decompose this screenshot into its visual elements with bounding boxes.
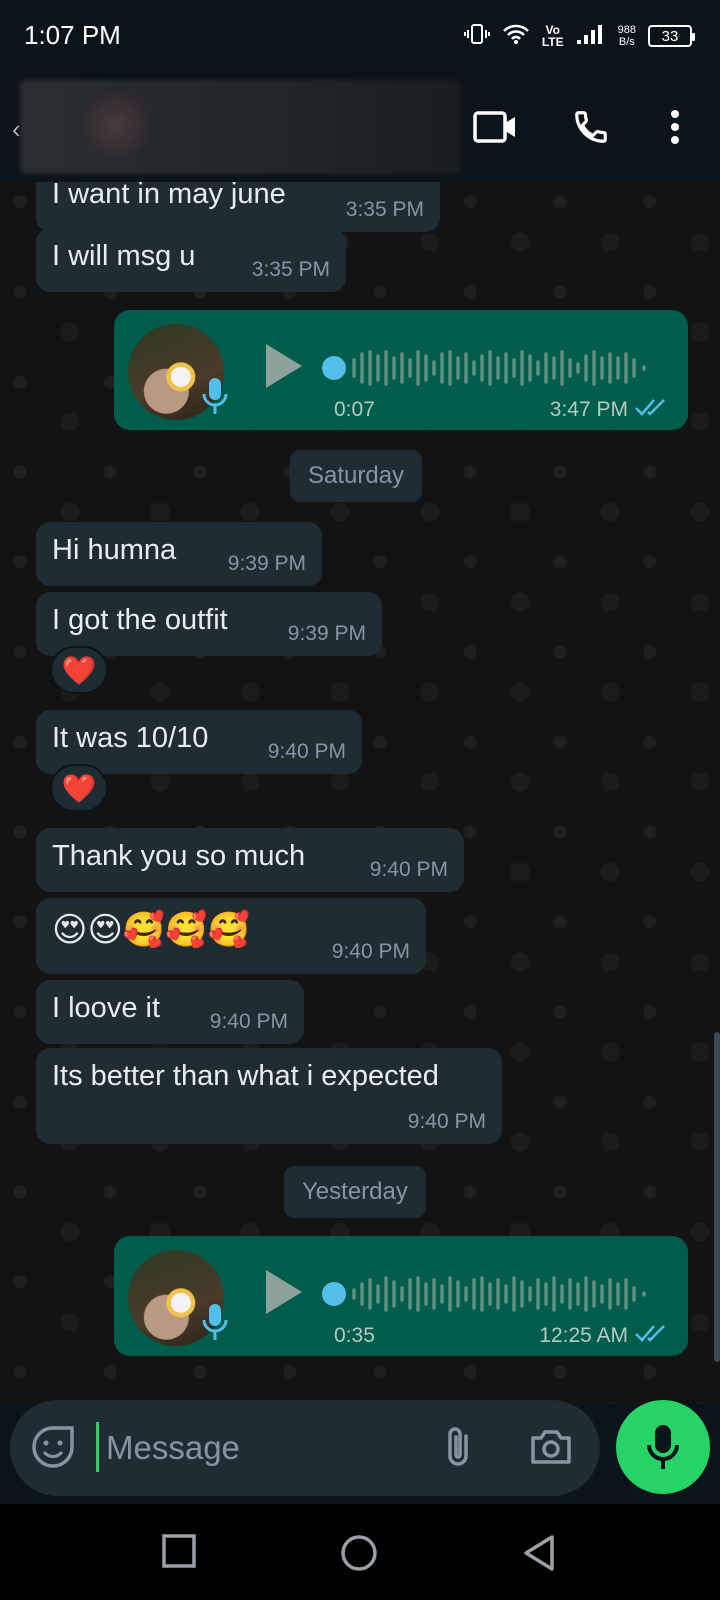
status-time: 1:07 PM <box>24 20 121 50</box>
message-bubble[interactable]: Hi humna 9:39 PM <box>36 522 322 586</box>
camera-icon[interactable] <box>528 1424 574 1475</box>
message-bubble[interactable]: I want in may june 3:35 PM <box>36 182 440 232</box>
message-text: Its better than what i expected <box>52 1060 439 1092</box>
message-time: 3:35 PM <box>345 198 424 221</box>
message-time: 3:35 PM <box>251 258 330 281</box>
more-vertical-icon <box>671 110 679 144</box>
status-icons: Vo LTE 988 B/s 33 <box>463 20 695 52</box>
message-time: 9:40 PM <box>267 740 346 763</box>
speed-value: 988 <box>617 24 636 36</box>
battery-level: 33 <box>661 27 679 45</box>
message-input[interactable] <box>106 1426 426 1470</box>
message-bubble[interactable]: 😍😍🥰🥰🥰 9:40 PM <box>36 898 426 974</box>
voice-record-button[interactable] <box>616 1400 710 1494</box>
battery-icon: 33 <box>648 25 695 47</box>
message-text: Thank you so much <box>52 840 306 872</box>
wifi-icon <box>502 23 530 50</box>
message-time: 9:40 PM <box>209 1010 288 1033</box>
message-text: Hi humna <box>52 534 177 566</box>
paperclip-icon[interactable] <box>440 1424 476 1475</box>
mic-icon <box>647 1425 679 1469</box>
message-bubble[interactable]: Thank you so much 9:40 PM <box>36 828 464 892</box>
mic-icon <box>202 1304 228 1340</box>
recents-icon[interactable] <box>162 1534 196 1573</box>
play-icon[interactable] <box>262 342 304 390</box>
message-bubble[interactable]: Its better than what i expected 9:40 PM <box>36 1048 502 1144</box>
voice-call-button[interactable] <box>566 102 616 152</box>
message-text: I want in may june <box>52 182 286 210</box>
message-time: 9:40 PM <box>407 1110 486 1133</box>
message-bubble[interactable]: I will msg u 3:35 PM <box>36 228 346 292</box>
back-icon[interactable] <box>522 1534 556 1577</box>
message-text: I will msg u <box>52 240 196 272</box>
mic-icon <box>202 378 228 414</box>
reaction-badge[interactable]: ❤️ <box>50 646 108 694</box>
message-time: 3:47 PM <box>549 398 628 421</box>
menu-button[interactable] <box>650 102 700 152</box>
status-bar: 1:07 PM Vo LTE 988 B/s 33 <box>0 0 720 72</box>
speed-unit: B/s <box>618 36 635 48</box>
voice-duration: 0:07 <box>334 398 375 421</box>
signal-icon <box>576 23 606 50</box>
play-icon[interactable] <box>262 1268 304 1316</box>
vibrate-icon <box>463 21 490 52</box>
message-time: 9:40 PM <box>369 858 448 881</box>
read-ticks-icon <box>635 399 665 416</box>
text-cursor <box>96 1422 99 1472</box>
emoji-message-text: 😍😍🥰🥰🥰 <box>52 911 250 949</box>
waveform[interactable] <box>322 1274 652 1314</box>
contact-info-blurred[interactable] <box>20 80 460 174</box>
reaction-badge[interactable]: ❤️ <box>50 764 108 812</box>
video-camera-icon <box>473 111 515 143</box>
message-time: 9:39 PM <box>227 552 306 575</box>
message-time: 9:39 PM <box>287 622 366 645</box>
waveform[interactable] <box>322 348 652 388</box>
phone-icon <box>575 111 607 143</box>
message-time: 9:40 PM <box>331 940 410 963</box>
video-call-button[interactable] <box>470 102 520 152</box>
message-composer <box>10 1400 600 1496</box>
home-icon[interactable] <box>340 1534 378 1577</box>
voice-message[interactable]: 0:35 12:25 AM <box>114 1236 688 1356</box>
sticker-icon[interactable] <box>30 1424 76 1475</box>
voice-duration: 0:35 <box>334 1324 375 1347</box>
message-text: It was 10/10 <box>52 722 209 754</box>
read-ticks-icon <box>635 1325 665 1342</box>
message-bubble[interactable]: I loove it 9:40 PM <box>36 980 304 1044</box>
scrollbar[interactable] <box>714 1032 720 1362</box>
network-speed: 988 B/s <box>618 24 636 48</box>
chat-area[interactable]: I want in may june 3:35 PM I will msg u … <box>0 182 720 1404</box>
system-navigation-bar <box>0 1504 720 1600</box>
date-separator: Saturday <box>290 450 423 502</box>
chat-header: ‹ <box>0 72 720 182</box>
volte-bottom: LTE <box>541 35 564 49</box>
message-time: 12:25 AM <box>539 1324 628 1347</box>
date-separator: Yesterday <box>284 1166 426 1218</box>
voice-message[interactable]: 0:07 3:47 PM <box>114 310 688 430</box>
message-text: I loove it <box>52 992 160 1024</box>
volte-indicator: Vo LTE <box>542 24 564 48</box>
message-text: I got the outfit <box>52 604 228 636</box>
